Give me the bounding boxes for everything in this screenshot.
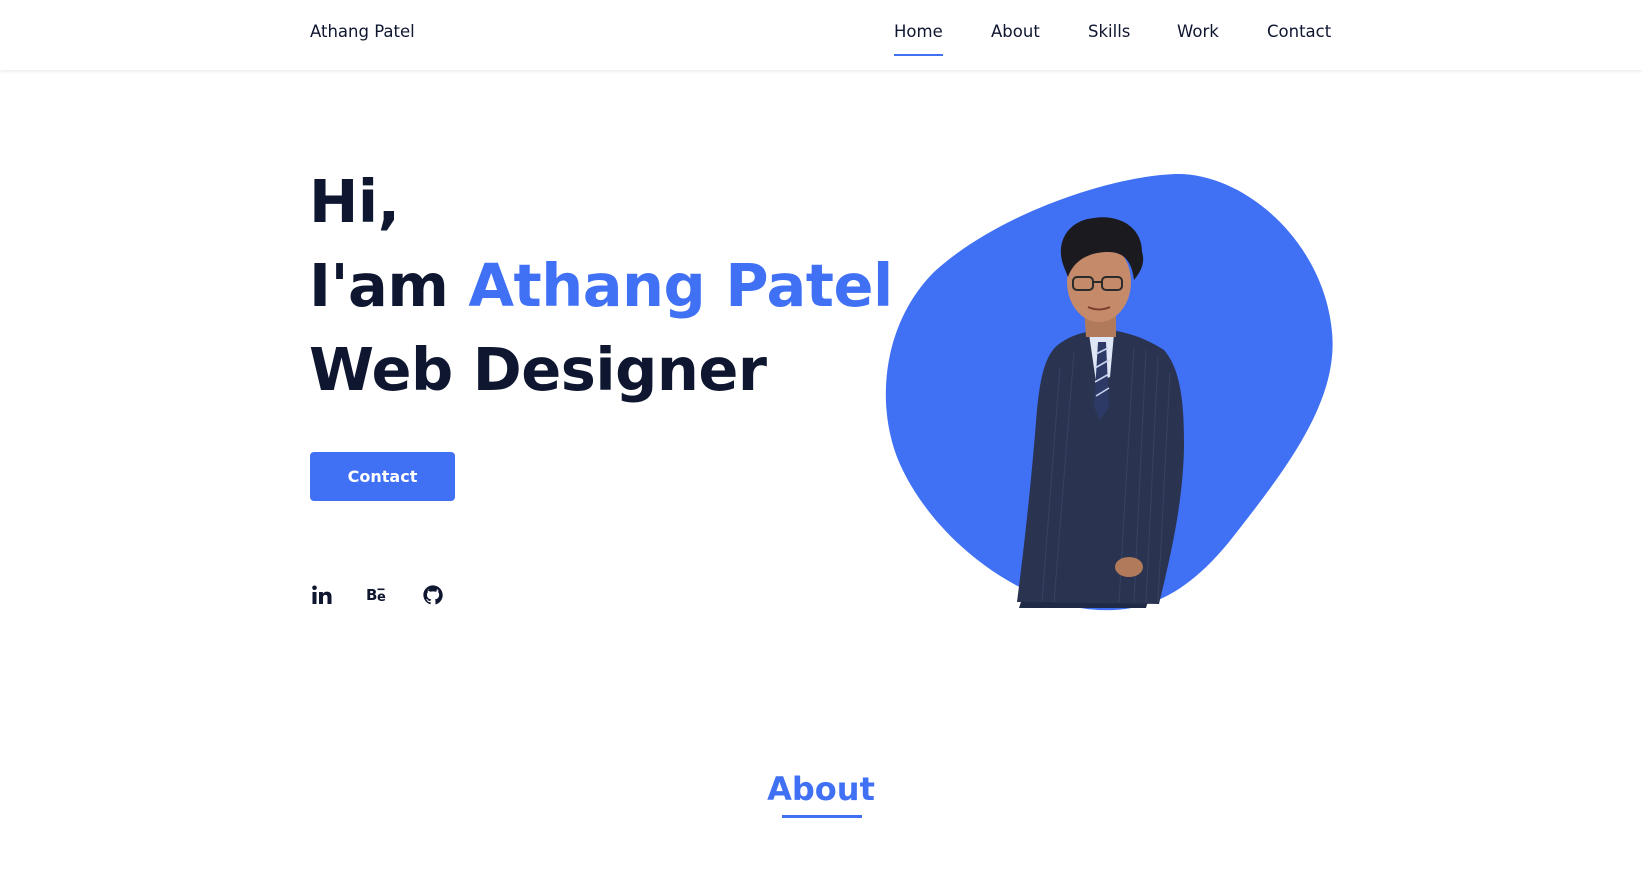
hero-role: Web Designer <box>309 335 767 404</box>
hero-name: Athang Patel <box>468 251 893 320</box>
about-heading: About <box>767 770 875 808</box>
person-photo <box>1017 217 1184 608</box>
linkedin-link[interactable] <box>309 582 335 608</box>
hero-heading: Hi, I'am Athang Patel Web Designer <box>309 160 893 412</box>
nav-contact[interactable]: Contact <box>1267 22 1331 41</box>
svg-text:B: B <box>366 586 377 604</box>
profile-image <box>884 172 1334 612</box>
about-underline <box>782 815 862 818</box>
nav-about[interactable]: About <box>991 22 1040 41</box>
main-nav: Home About Skills Work Contact <box>0 22 1642 62</box>
hero-greeting: Hi, <box>309 167 400 236</box>
svg-text:e: e <box>377 590 386 605</box>
nav-skills[interactable]: Skills <box>1088 22 1130 41</box>
nav-work[interactable]: Work <box>1177 22 1219 41</box>
github-link[interactable] <box>420 582 446 608</box>
hero-intro: I'am <box>309 251 469 320</box>
behance-icon: B e <box>366 586 386 605</box>
site-header: Athang Patel Home About Skills Work Cont… <box>0 0 1642 70</box>
nav-home[interactable]: Home <box>894 22 943 56</box>
linkedin-icon <box>312 585 332 604</box>
contact-button[interactable]: Contact <box>310 452 455 501</box>
github-icon <box>423 585 443 605</box>
behance-link[interactable]: B e <box>364 582 390 608</box>
